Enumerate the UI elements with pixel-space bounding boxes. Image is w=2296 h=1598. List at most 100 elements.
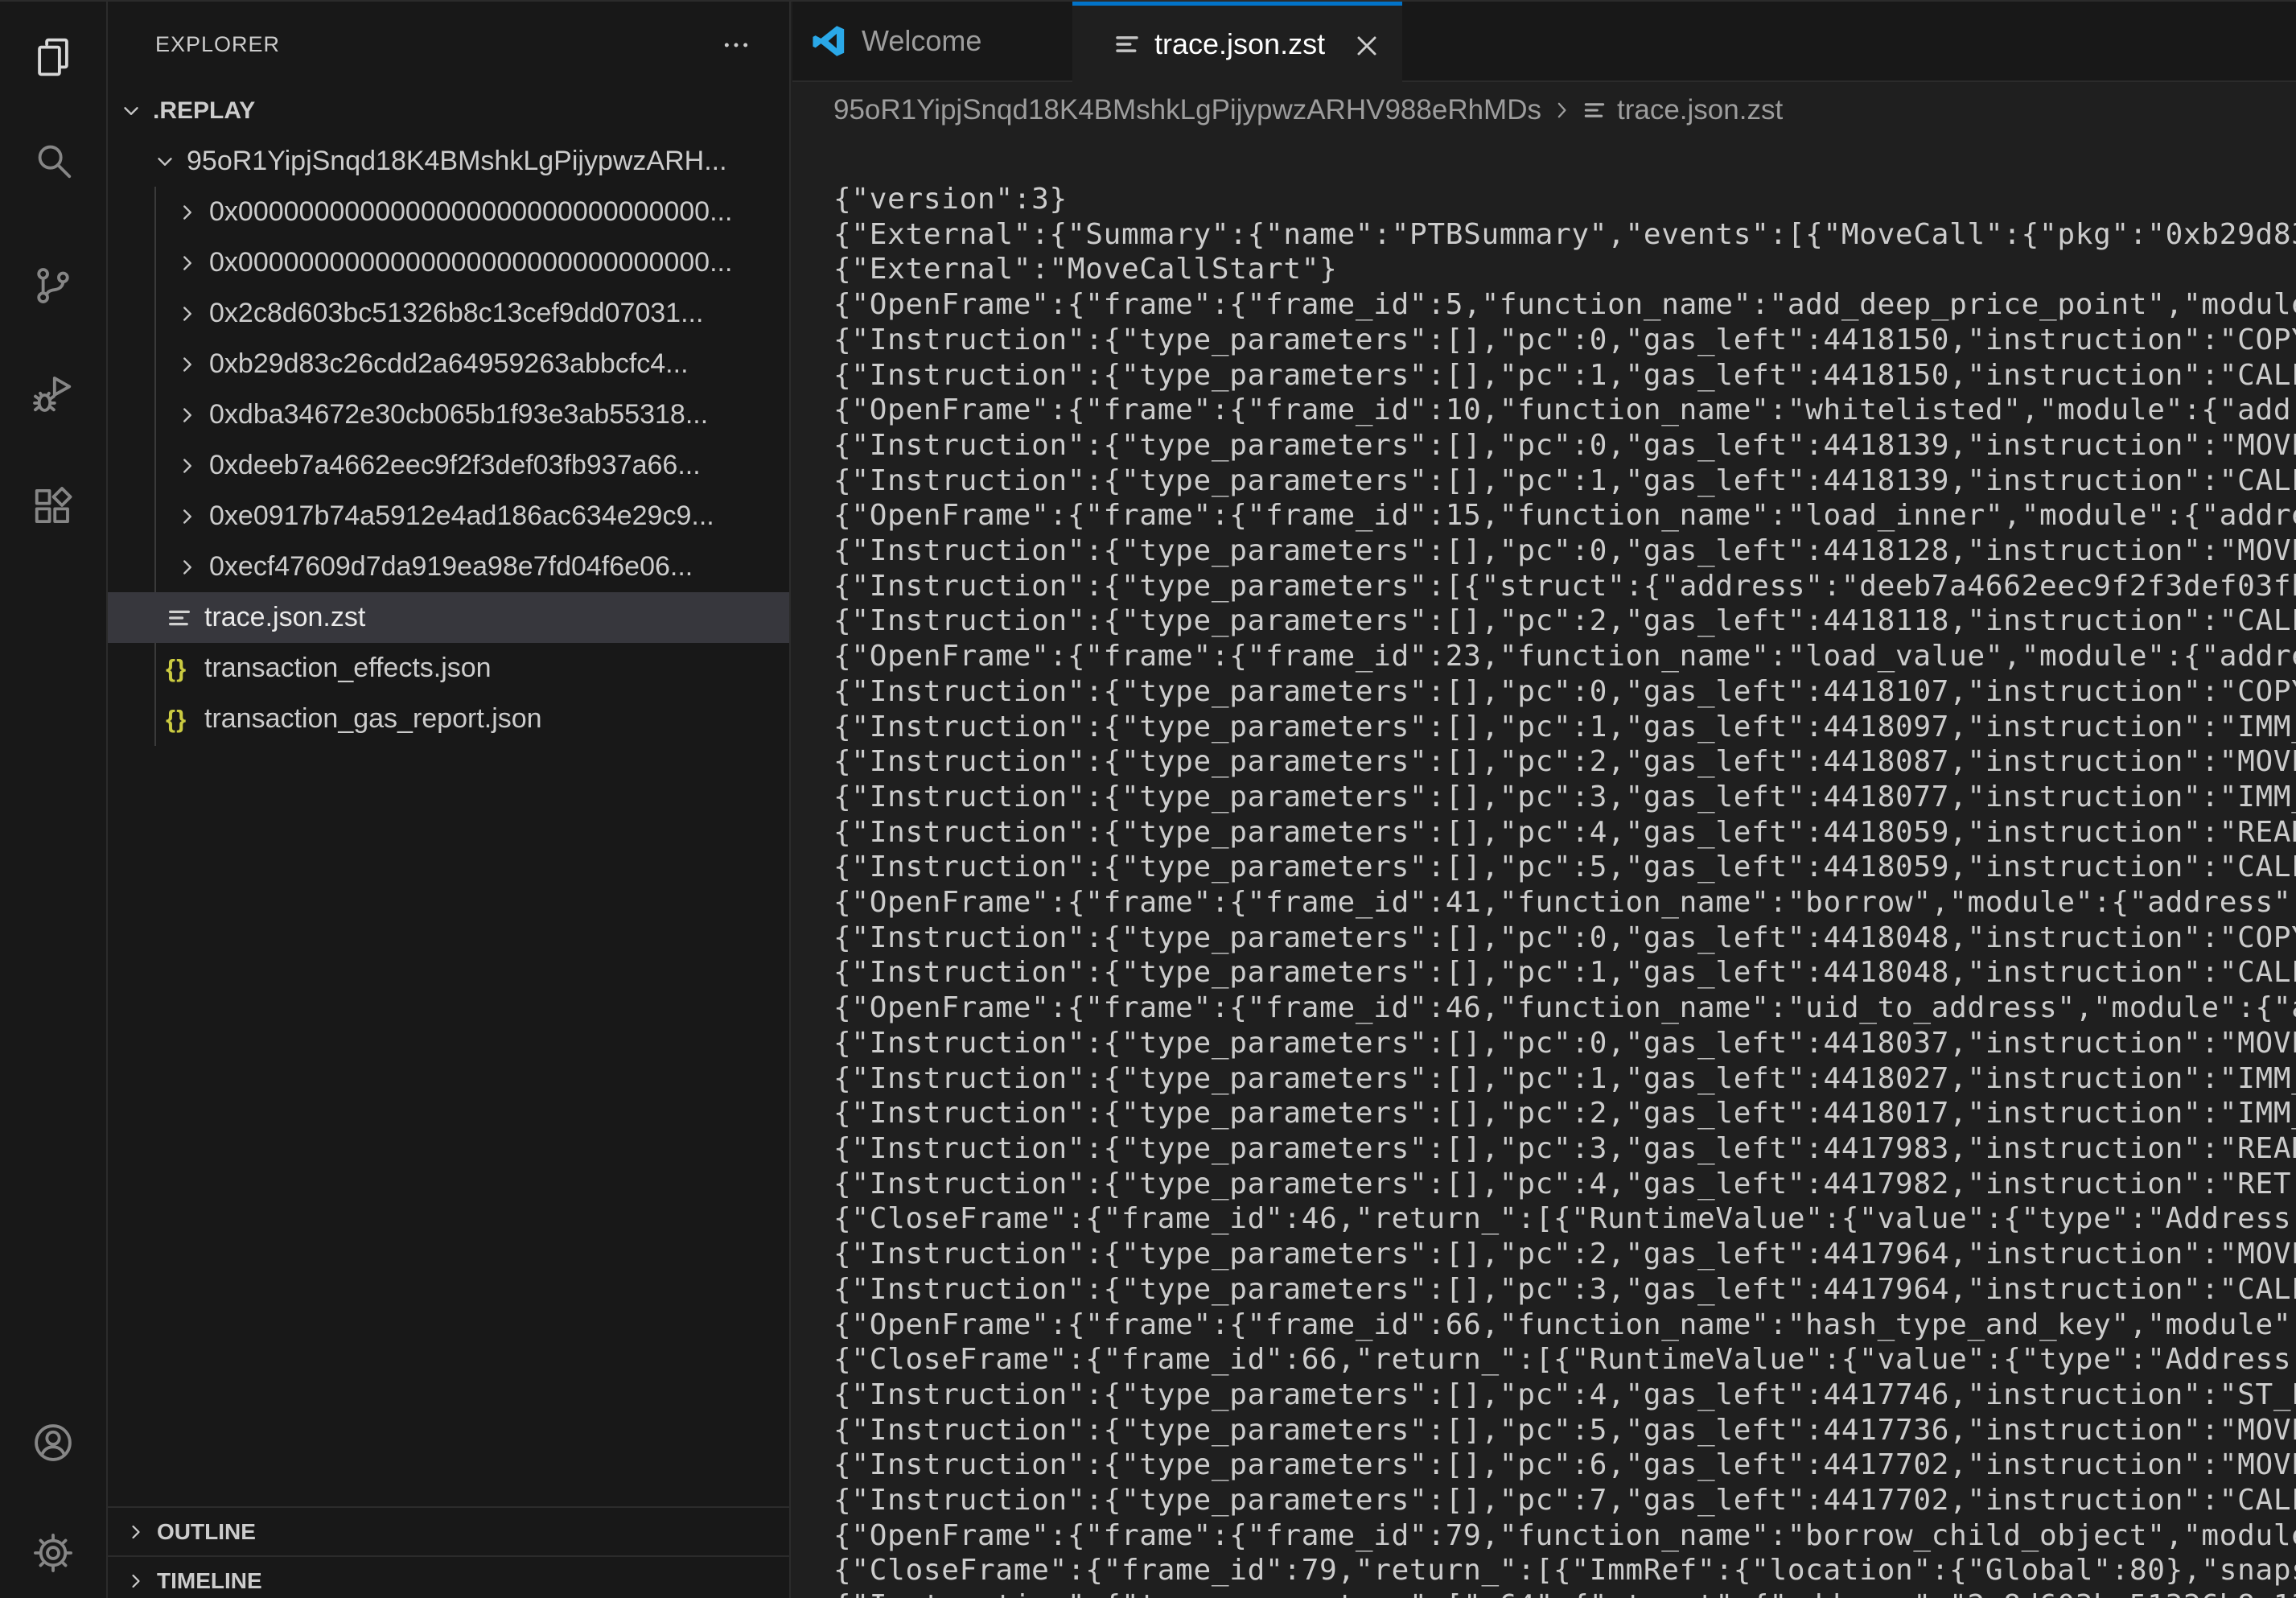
editor-line[interactable]: {"Instruction":{"type_parameters":[],"pc…	[833, 533, 2296, 569]
vscode-window: EXPLORER .REPLAY 95oR1YipjSnqd18K4BMshkLg…	[0, 0, 2296, 1598]
more-actions-icon[interactable]	[720, 29, 752, 61]
editor-line[interactable]: {"Instruction":{"type_parameters":[],"pc…	[833, 1483, 2296, 1518]
settings-icon	[31, 1531, 75, 1575]
tree-item-label: 0x2c8d603bc51326b8c13cef9dd07031...	[209, 298, 703, 329]
chevron-right-icon	[175, 454, 200, 478]
editor-content[interactable]: {"version":3}{"External":{"Summary":{"na…	[792, 138, 2296, 1598]
activity-item-extensions[interactable]	[0, 472, 106, 541]
editor-line[interactable]: {"External":"MoveCallStart"}	[833, 252, 2296, 287]
tree-item[interactable]: 0x0000000000000000000000000000000...	[108, 237, 789, 288]
tree-item-label: 0xb29d83c26cdd2a64959263abbcfc4...	[209, 348, 689, 380]
tree-item-label: transaction_effects.json	[204, 653, 492, 684]
editor-line[interactable]: {"Instruction":{"type_parameters":[],"pc…	[833, 603, 2296, 639]
timeline-label: TIMELINE	[157, 1568, 262, 1594]
editor-line[interactable]: {"Instruction":{"type_parameters":[{"str…	[833, 569, 2296, 604]
editor-line[interactable]: {"OpenFrame":{"frame":{"frame_id":79,"fu…	[833, 1518, 2296, 1554]
editor-line[interactable]: {"Instruction":{"type_parameters":[],"pc…	[833, 780, 2296, 815]
editor-line[interactable]: {"OpenFrame":{"frame":{"frame_id":66,"fu…	[833, 1308, 2296, 1343]
editor-line[interactable]: {"Instruction":{"type_parameters":[],"pc…	[833, 1237, 2296, 1272]
tree-item-label: 0xdba34672e30cb065b1f93e3ab55318...	[209, 399, 708, 430]
editor-line[interactable]: {"Instruction":{"type_parameters":[],"pc…	[833, 428, 2296, 463]
files-icon	[31, 35, 75, 79]
account-icon	[31, 1421, 75, 1464]
tree-item[interactable]: 0xdeeb7a4662eec9f2f3def03fb937a66...	[108, 440, 789, 491]
tree-item[interactable]: 0xecf47609d7da919ea98e7fd04f6e06...	[108, 542, 789, 592]
sidebar-header: EXPLORER	[108, 2, 789, 82]
editor-line[interactable]: {"OpenFrame":{"frame":{"frame_id":23,"fu…	[833, 639, 2296, 674]
json-braces-icon: {}	[166, 706, 193, 733]
activity-item-settings[interactable]	[0, 1518, 106, 1588]
sidebar-section-outline[interactable]: OUTLINE	[108, 1506, 789, 1555]
sidebar-section-timeline[interactable]: TIMELINE	[108, 1555, 789, 1598]
editor-line[interactable]: {"Instruction":{"type_parameters":[],"pc…	[833, 1096, 2296, 1131]
tree-item[interactable]: trace.json.zst	[108, 592, 789, 643]
editor-line[interactable]: {"Instruction":{"type_parameters":[],"pc…	[833, 1061, 2296, 1097]
tree-item[interactable]: 0xe0917b74a5912e4ad186ac634e29c9...	[108, 491, 789, 542]
editor-line[interactable]: {"version":3}	[833, 182, 2296, 217]
editor-line[interactable]: {"Instruction":{"type_parameters":[],"pc…	[833, 1167, 2296, 1202]
editor-line[interactable]: {"Instruction":{"type_parameters":[],"pc…	[833, 744, 2296, 780]
editor-line[interactable]: {"Instruction":{"type_parameters":["u64"…	[833, 1588, 2296, 1598]
editor-line[interactable]: {"OpenFrame":{"frame":{"frame_id":46,"fu…	[833, 991, 2296, 1026]
tab-bar: Welcome trace.json.zst	[792, 2, 2296, 82]
activity-item-run-debug[interactable]	[0, 360, 106, 430]
outline-label: OUTLINE	[157, 1519, 256, 1545]
editor-line[interactable]: {"Instruction":{"type_parameters":[],"pc…	[833, 1272, 2296, 1308]
editor-line[interactable]: {"External":{"Summary":{"name":"PTBSumma…	[833, 217, 2296, 253]
close-icon[interactable]	[1351, 30, 1383, 62]
activity-item-search[interactable]	[0, 126, 106, 195]
editor-line[interactable]: {"OpenFrame":{"frame":{"frame_id":15,"fu…	[833, 498, 2296, 533]
editor-line[interactable]: {"Instruction":{"type_parameters":[],"pc…	[833, 1448, 2296, 1483]
tree-item-label: 0xecf47609d7da919ea98e7fd04f6e06...	[209, 551, 693, 583]
file-tree: .REPLAY 95oR1YipjSnqd18K4BMshkLgPijypwzAR…	[108, 85, 789, 744]
source-control-icon	[31, 264, 75, 307]
editor-line[interactable]: {"Instruction":{"type_parameters":[],"pc…	[833, 1413, 2296, 1448]
editor-line[interactable]: {"Instruction":{"type_parameters":[],"pc…	[833, 463, 2296, 499]
tree-item[interactable]: {}transaction_effects.json	[108, 643, 789, 694]
explorer-sidebar: EXPLORER .REPLAY 95oR1YipjSnqd18K4BMshkLg…	[108, 2, 791, 1598]
list-file-icon	[1113, 30, 1142, 59]
breadcrumb-file[interactable]: trace.json.zst	[1617, 94, 1783, 126]
chevron-right-icon	[125, 1521, 147, 1543]
tree-section-replay[interactable]: .REPLAY	[108, 85, 789, 136]
editor-line[interactable]: {"CloseFrame":{"frame_id":66,"return_":[…	[833, 1342, 2296, 1378]
tree-item[interactable]: 0x0000000000000000000000000000000...	[108, 187, 789, 237]
chevron-down-icon	[153, 150, 177, 174]
editor-line[interactable]: {"Instruction":{"type_parameters":[],"pc…	[833, 955, 2296, 991]
activity-item-source-control[interactable]	[0, 251, 106, 320]
editor-line[interactable]: {"Instruction":{"type_parameters":[],"pc…	[833, 323, 2296, 358]
chevron-down-icon	[119, 99, 143, 123]
tree-item-label: 95oR1YipjSnqd18K4BMshkLgPijypwzARH...	[187, 146, 727, 177]
tree-item-label: trace.json.zst	[204, 602, 365, 633]
editor-line[interactable]: {"Instruction":{"type_parameters":[],"pc…	[833, 850, 2296, 885]
tree-item[interactable]: {}transaction_gas_report.json	[108, 694, 789, 744]
vscode-logo-icon	[810, 23, 847, 60]
editor-line[interactable]: {"Instruction":{"type_parameters":[],"pc…	[833, 1026, 2296, 1061]
activity-item-explorer[interactable]	[0, 23, 106, 92]
editor-line[interactable]: {"Instruction":{"type_parameters":[],"pc…	[833, 710, 2296, 745]
editor-line[interactable]: {"Instruction":{"type_parameters":[],"pc…	[833, 920, 2296, 956]
tab-welcome[interactable]: Welcome	[792, 2, 1072, 80]
tree-item[interactable]: 95oR1YipjSnqd18K4BMshkLgPijypwzARH...	[108, 136, 789, 187]
editor-line[interactable]: {"Instruction":{"type_parameters":[],"pc…	[833, 358, 2296, 393]
editor-line[interactable]: {"Instruction":{"type_parameters":[],"pc…	[833, 815, 2296, 850]
activity-item-account[interactable]	[0, 1408, 106, 1477]
editor-line[interactable]: {"CloseFrame":{"frame_id":46,"return_":[…	[833, 1201, 2296, 1237]
tab-trace-json-zst[interactable]: trace.json.zst	[1072, 2, 1402, 82]
editor-line[interactable]: {"Instruction":{"type_parameters":[],"pc…	[833, 1131, 2296, 1167]
editor-line[interactable]: {"OpenFrame":{"frame":{"frame_id":5,"fun…	[833, 287, 2296, 323]
tree-item[interactable]: 0xdba34672e30cb065b1f93e3ab55318...	[108, 389, 789, 440]
chevron-right-icon	[175, 352, 200, 377]
breadcrumb-folder[interactable]: 95oR1YipjSnqd18K4BMshkLgPijypwzARHV988eR…	[833, 94, 1541, 126]
chevron-right-icon	[175, 403, 200, 427]
activity-bar	[0, 2, 108, 1598]
chevron-right-icon	[1549, 98, 1574, 122]
editor-line[interactable]: {"OpenFrame":{"frame":{"frame_id":41,"fu…	[833, 885, 2296, 920]
editor-line[interactable]: {"Instruction":{"type_parameters":[],"pc…	[833, 674, 2296, 710]
editor-line[interactable]: {"Instruction":{"type_parameters":[],"pc…	[833, 1378, 2296, 1413]
chevron-right-icon	[125, 1570, 147, 1592]
editor-line[interactable]: {"OpenFrame":{"frame":{"frame_id":10,"fu…	[833, 393, 2296, 428]
tree-item[interactable]: 0x2c8d603bc51326b8c13cef9dd07031...	[108, 288, 789, 339]
tree-item[interactable]: 0xb29d83c26cdd2a64959263abbcfc4...	[108, 339, 789, 389]
editor-line[interactable]: {"CloseFrame":{"frame_id":79,"return_":[…	[833, 1553, 2296, 1588]
